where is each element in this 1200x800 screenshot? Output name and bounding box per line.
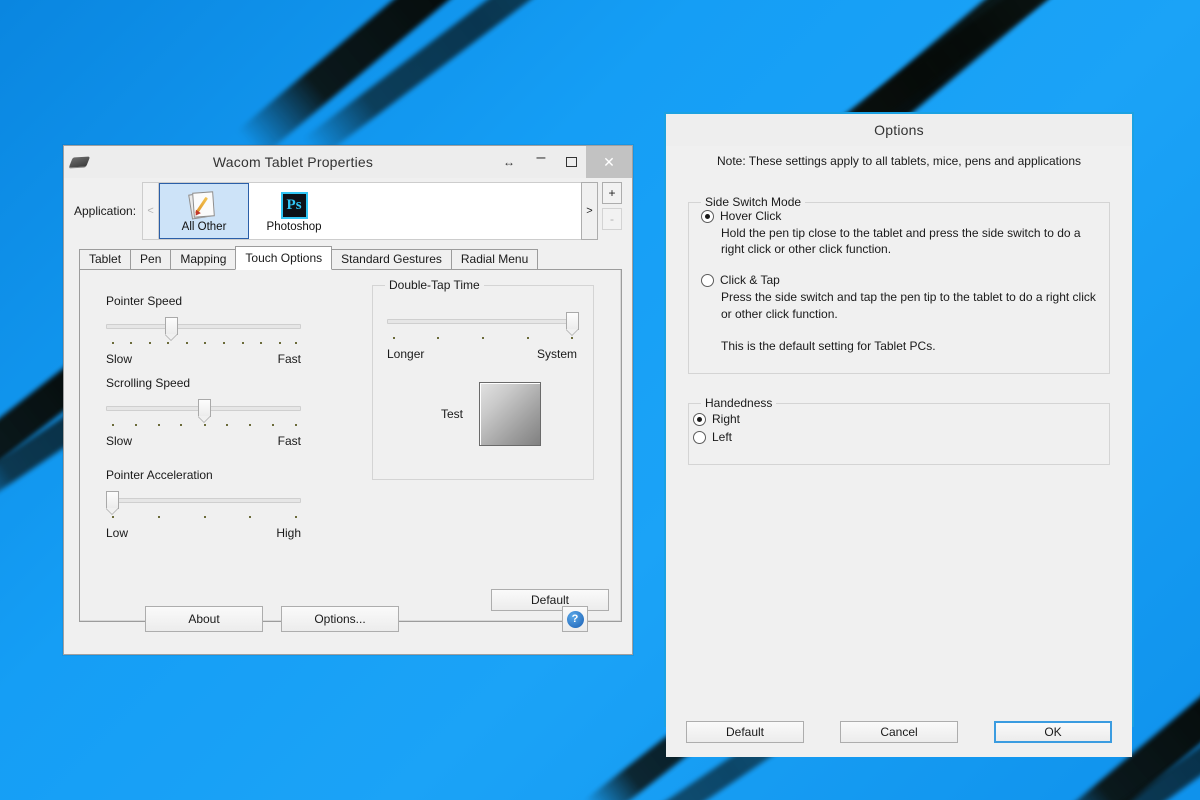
app-add-remove-group: + - (602, 182, 622, 240)
radio-click-and-tap[interactable]: Click & Tap (701, 273, 1109, 288)
side-switch-mode-group: Side Switch Mode Hover Click Hold the pe… (688, 195, 1110, 374)
radio-label-click-and-tap: Click & Tap (720, 273, 780, 288)
double-tap-time-thumb[interactable] (565, 312, 579, 330)
add-application-button[interactable]: + (602, 182, 622, 204)
options-default-button[interactable]: Default (686, 721, 804, 743)
radio-label-left: Left (712, 430, 733, 444)
double-tap-time-group-label: Double-Tap Time (385, 278, 484, 292)
double-tap-test-area[interactable] (479, 382, 542, 446)
radio-desc-click-and-tap: Press the side switch and tap the pen ti… (721, 290, 1096, 321)
wallpaper-stripe (236, 0, 644, 159)
wallpaper-stripe (302, 0, 654, 160)
double-tap-time-ticks (387, 335, 577, 345)
double-tap-time-group: Double-Tap Time Longer System Test (372, 278, 594, 480)
options-titlebar: Options (666, 114, 1132, 146)
main-window-footer: About Options... ? (64, 592, 632, 654)
app-item-all-other[interactable]: All Other (159, 183, 250, 239)
scrolling-speed-max-label: Fast (277, 434, 301, 448)
photoshop-icon: Ps (280, 189, 308, 219)
pointer-acceleration-max-label: High (276, 526, 301, 540)
tab-standard-gestures[interactable]: Standard Gestures (331, 249, 452, 269)
application-list: All Other Ps Photoshop (159, 182, 581, 240)
scrolling-speed-slider[interactable] (106, 399, 301, 417)
document-pen-icon (188, 189, 219, 220)
double-tap-time-min-label: Longer (387, 347, 425, 361)
pointer-acceleration-min-label: Low (106, 526, 129, 540)
remove-application-button[interactable]: - (602, 208, 622, 230)
about-button[interactable]: About (145, 606, 263, 632)
tab-pen[interactable]: Pen (130, 249, 172, 269)
radio-label-right: Right (712, 412, 741, 426)
minimize-button[interactable]: – (526, 146, 556, 178)
options-dialog-buttons: Default Cancel OK (666, 721, 1132, 743)
scrolling-speed-label: Scrolling Speed (106, 376, 191, 390)
radio-button-right[interactable] (693, 413, 706, 426)
prev-app-button[interactable]: < (142, 182, 160, 240)
help-question-icon[interactable]: ? (562, 606, 588, 632)
app-item-label: All Other (181, 221, 227, 233)
next-app-button[interactable]: > (581, 182, 598, 240)
pointer-speed-label: Pointer Speed (106, 294, 183, 308)
side-switch-footnote: This is the default setting for Tablet P… (721, 338, 936, 353)
close-button[interactable]: ✕ (586, 146, 632, 178)
pointer-acceleration-thumb[interactable] (106, 491, 119, 509)
options-dialog: Options Note: These settings apply to al… (664, 112, 1134, 757)
test-label: Test (441, 407, 464, 421)
double-tap-time-slider-block: Longer System (387, 312, 579, 361)
options-ok-button[interactable]: OK (994, 721, 1112, 743)
pointer-acceleration-ticks (106, 514, 301, 524)
scrolling-speed-ticks (106, 422, 301, 432)
options-dialog-title: Options (874, 122, 924, 138)
pointer-speed-ticks (106, 340, 301, 350)
side-switch-mode-label: Side Switch Mode (701, 195, 806, 209)
main-titlebar: Wacom Tablet Properties ↔ – ✕ (64, 146, 632, 178)
page-title: Wacom Tablet Properties (212, 154, 374, 170)
tab-touch-options[interactable]: Touch Options (235, 246, 333, 270)
touch-options-panel: Pointer Speed Slow Fast Scrolling Speed (79, 270, 622, 622)
radio-hover-click[interactable]: Hover Click (701, 209, 1109, 223)
application-label: Application: (74, 204, 137, 218)
pointer-acceleration-slider[interactable] (106, 491, 301, 509)
pointer-speed-slider[interactable] (106, 317, 301, 335)
options-note: Note: These settings apply to all tablet… (717, 154, 1081, 168)
double-tap-time-slider[interactable] (387, 312, 579, 330)
tab-strip: Tablet Pen Mapping Touch Options Standar… (79, 246, 622, 270)
handedness-group: Handedness Right Left (688, 396, 1110, 465)
pointer-speed-slider-block: Pointer Speed Slow Fast (106, 294, 301, 366)
radio-right-handed[interactable]: Right (693, 412, 1109, 426)
radio-button-hover-click[interactable] (701, 210, 714, 223)
wacom-tablet-properties-window: Wacom Tablet Properties ↔ – ✕ Applicatio… (63, 145, 633, 655)
radio-label-hover-click: Hover Click (720, 209, 782, 223)
pointer-speed-min-label: Slow (106, 352, 133, 366)
resize-icon[interactable]: ↔ (492, 146, 526, 178)
pointer-acceleration-label: Pointer Acceleration (106, 468, 213, 482)
app-item-photoshop[interactable]: Ps Photoshop (249, 183, 339, 239)
tab-radial-menu[interactable]: Radial Menu (450, 249, 539, 269)
scrolling-speed-min-label: Slow (106, 434, 133, 448)
radio-desc-hover-click: Hold the pen tip close to the tablet and… (721, 226, 1081, 257)
tab-mapping[interactable]: Mapping (170, 249, 237, 269)
scrolling-speed-slider-block: Scrolling Speed Slow Fast (106, 376, 301, 448)
window-controls: ↔ – ✕ (492, 146, 632, 178)
help-glyph: ? (566, 610, 584, 628)
options-cancel-button[interactable]: Cancel (840, 721, 958, 743)
scrolling-speed-thumb[interactable] (197, 399, 211, 417)
pointer-speed-max-label: Fast (277, 352, 301, 366)
tablet-icon (64, 156, 94, 168)
options-dialog-body: Note: These settings apply to all tablet… (666, 146, 1132, 757)
options-button[interactable]: Options... (281, 606, 399, 632)
double-tap-test-row: Test (441, 382, 542, 446)
maximize-button[interactable] (556, 146, 586, 178)
radio-button-left[interactable] (693, 431, 706, 444)
double-tap-time-max-label: System (536, 347, 577, 361)
tab-tablet[interactable]: Tablet (79, 249, 132, 269)
handedness-label: Handedness (701, 396, 777, 410)
radio-left-handed[interactable]: Left (693, 430, 1109, 444)
pointer-acceleration-slider-block: Pointer Acceleration Low High (106, 468, 301, 540)
radio-button-click-and-tap[interactable] (701, 274, 714, 288)
app-item-label: Photoshop (266, 221, 322, 233)
pointer-speed-thumb[interactable] (164, 317, 178, 335)
application-selector-bar: Application: < All Other Ps Photoshop > … (74, 182, 622, 240)
